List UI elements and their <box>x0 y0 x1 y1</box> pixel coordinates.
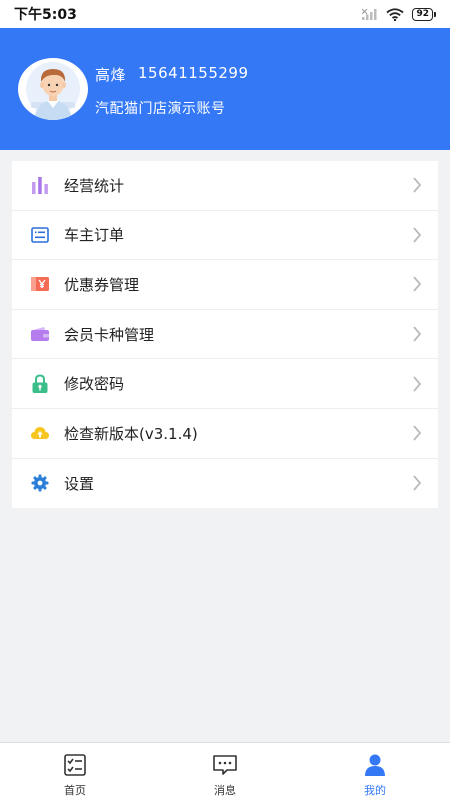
battery-icon: 92 <box>412 7 436 21</box>
tab-label: 首页 <box>64 784 86 797</box>
chevron-right-icon <box>413 376 422 392</box>
profile-header[interactable]: 高烽 15641155299 汽配猫门店演示账号 <box>0 28 450 150</box>
message-bubble-icon <box>212 752 238 778</box>
status-time: 下午5:03 <box>14 7 77 23</box>
person-icon <box>362 752 388 778</box>
tab-label: 我的 <box>364 784 386 797</box>
menu-item-coupon-management[interactable]: 优惠券管理 <box>12 260 438 310</box>
menu-item-label: 修改密码 <box>64 375 125 394</box>
chevron-right-icon <box>413 276 422 293</box>
tab-label: 消息 <box>214 784 236 797</box>
tab-mine[interactable]: 我的 <box>300 743 450 800</box>
chevron-right-icon <box>413 425 422 441</box>
bar-chart-icon <box>30 175 50 195</box>
settings-menu: 经营统计 车主订单 优惠券管理 会员卡种管理 修改密码 检查新版本(v3.1.4… <box>12 161 438 509</box>
cloud-upload-icon <box>30 423 50 443</box>
menu-item-check-update[interactable]: 检查新版本(v3.1.4) <box>12 409 438 459</box>
chevron-right-icon <box>413 326 422 342</box>
menu-item-label: 检查新版本(v3.1.4) <box>64 424 198 443</box>
menu-item-settings[interactable]: 设置 <box>12 459 438 509</box>
user-name: 高烽 <box>95 66 127 84</box>
avatar[interactable] <box>18 58 88 120</box>
coupon-icon <box>30 274 50 294</box>
wifi-icon <box>386 7 405 21</box>
wallet-card-icon <box>30 324 50 344</box>
menu-item-business-stats[interactable]: 经营统计 <box>12 161 438 211</box>
cellular-signal-icon <box>362 8 377 20</box>
order-list-icon <box>30 225 50 245</box>
menu-item-label: 车主订单 <box>64 226 125 245</box>
home-checklist-icon <box>62 752 88 778</box>
menu-item-owner-orders[interactable]: 车主订单 <box>12 211 438 261</box>
account-name: 汽配猫门店演示账号 <box>95 101 226 117</box>
user-phone: 15641155299 <box>138 64 249 82</box>
chevron-right-icon <box>413 475 422 491</box>
menu-item-label: 设置 <box>64 474 95 493</box>
user-name-phone: 高烽 15641155299 <box>95 64 249 85</box>
bottom-tab-bar: 首页 消息 我的 <box>0 742 450 800</box>
tab-messages[interactable]: 消息 <box>150 743 300 800</box>
lock-icon <box>30 374 50 394</box>
user-avatar-icon <box>26 62 80 120</box>
chevron-right-icon <box>413 227 422 243</box>
chevron-right-icon <box>413 177 422 193</box>
tab-home[interactable]: 首页 <box>0 743 150 800</box>
menu-item-label: 优惠券管理 <box>64 275 140 294</box>
status-icons: 92 <box>362 7 436 21</box>
status-bar: 下午5:03 92 <box>0 0 450 28</box>
menu-item-member-card-types[interactable]: 会员卡种管理 <box>12 310 438 360</box>
menu-item-label: 经营统计 <box>64 176 125 195</box>
menu-item-change-password[interactable]: 修改密码 <box>12 359 438 409</box>
menu-item-label: 会员卡种管理 <box>64 325 155 344</box>
gear-icon <box>30 473 50 493</box>
battery-level: 92 <box>412 7 433 21</box>
